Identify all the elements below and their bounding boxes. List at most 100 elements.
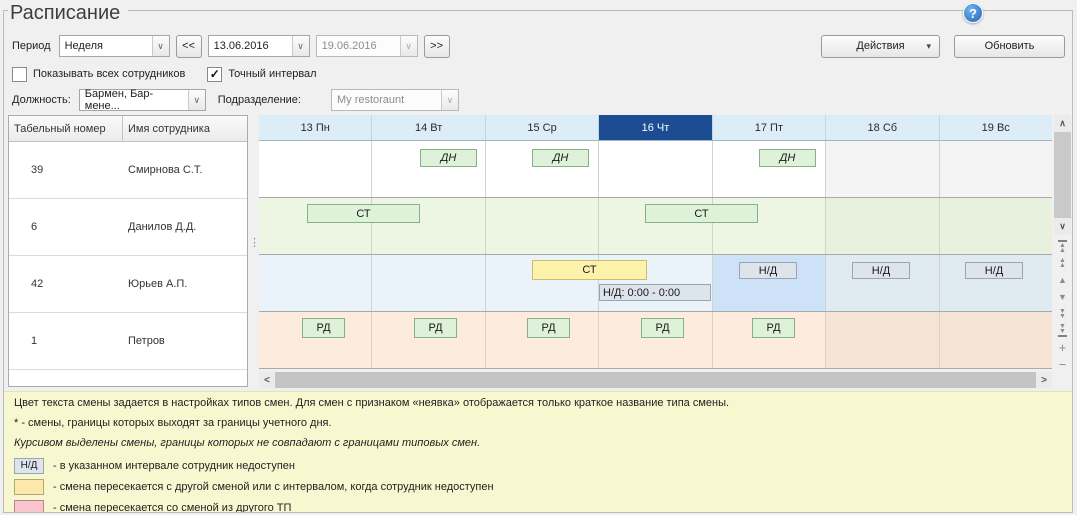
vertical-scroll-controls: ∧ ∨ ▲▲▲▲▲▼▼▼▼▼+− (1054, 115, 1071, 374)
scroll-right-icon[interactable]: > (1036, 372, 1052, 388)
splitter-handle[interactable]: ⋮ (249, 240, 257, 262)
department-select: My restoraunt ∨ (331, 89, 459, 111)
schedule-window: Расписание ? Период Неделя ∨ << 13.06.20… (0, 0, 1077, 515)
gantt-cell[interactable] (372, 255, 485, 311)
gantt-cell[interactable] (826, 141, 939, 197)
scroll-to-bottom-icon[interactable]: ▼▼ (1054, 323, 1071, 339)
scroll-down-icon[interactable]: ∨ (1054, 218, 1071, 235)
day-header-15-Ср[interactable]: 15 Ср (486, 115, 599, 140)
department-value: My restoraunt (337, 94, 404, 106)
employee-number: 39 (9, 164, 123, 176)
shift-block[interactable]: СТ (532, 260, 647, 280)
shift-block[interactable]: Н/Д: 0:00 - 0:00 (599, 284, 711, 301)
day-header-14-Вт[interactable]: 14 Вт (372, 115, 485, 140)
column-header-number[interactable]: Табельный номер (9, 116, 123, 141)
checkbox-toolbar: Показывать всех сотрудников ✓ Точный инт… (12, 65, 1065, 83)
scroll-up-icon[interactable]: ∧ (1054, 115, 1071, 132)
help-icon[interactable]: ? (963, 3, 983, 23)
chevron-down-icon[interactable]: ∨ (188, 90, 205, 110)
employee-name: Петров (123, 335, 165, 347)
gantt-cell[interactable] (940, 198, 1052, 254)
employee-table: Табельный номер Имя сотрудника 39Смирнов… (8, 115, 248, 387)
gantt-cell[interactable] (826, 312, 939, 368)
position-value: Бармен, Бар-мене... (85, 88, 188, 112)
shift-block[interactable]: РД (414, 318, 457, 338)
scroll-to-top-icon[interactable]: ▲▲ (1054, 238, 1071, 254)
page-up-icon[interactable]: ▲▲ (1054, 255, 1071, 271)
employee-table-header: Табельный номер Имя сотрудника (9, 116, 247, 142)
table-row[interactable]: 6Данилов Д.Д. (9, 199, 247, 256)
shift-block[interactable]: РД (527, 318, 570, 338)
period-select[interactable]: Неделя ∨ (59, 35, 170, 57)
shift-block[interactable]: ДН (759, 149, 816, 167)
gantt-cell[interactable] (259, 141, 372, 197)
show-all-employees-checkbox[interactable] (12, 67, 27, 82)
shift-block[interactable]: СТ (307, 204, 420, 223)
period-value: Неделя (65, 40, 103, 52)
vertical-scrollbar-thumb[interactable] (1054, 132, 1071, 218)
gantt-cell[interactable] (259, 255, 372, 311)
column-header-name[interactable]: Имя сотрудника (123, 116, 247, 141)
legend-swatch (14, 479, 44, 495)
filter-toolbar: Должность: Бармен, Бар-мене... ∨ Подразд… (12, 89, 1065, 111)
actions-button[interactable]: Действия ▾ (821, 35, 940, 58)
day-header-17-Пт[interactable]: 17 Пт (713, 115, 826, 140)
legend-swatch (14, 500, 44, 513)
row-down-icon[interactable]: ▼ (1054, 289, 1071, 305)
prev-period-button[interactable]: << (176, 35, 202, 58)
day-header-16-Чт[interactable]: 16 Чт (599, 115, 712, 140)
shift-block[interactable]: СТ (645, 204, 758, 223)
employee-name: Юрьев А.П. (123, 278, 187, 290)
period-label: Период (12, 40, 51, 52)
shift-block[interactable]: Н/Д (852, 262, 910, 279)
legend-note-1: Цвет текста смены задается в настройках … (14, 397, 1062, 410)
employee-name: Смирнова С.Т. (123, 164, 202, 176)
gantt-cell[interactable] (940, 141, 1052, 197)
date-to-value: 19.06.2016 (322, 40, 377, 52)
table-row[interactable]: 1Петров (9, 313, 247, 370)
shift-block[interactable]: ДН (532, 149, 589, 167)
date-to-select: 19.06.2016 ∨ (316, 35, 418, 57)
horizontal-scrollbar[interactable]: < > (259, 372, 1052, 388)
page-down-icon[interactable]: ▼▼ (1054, 306, 1071, 322)
zoom-in-icon[interactable]: + (1054, 340, 1071, 356)
shift-block[interactable]: ДН (420, 149, 477, 167)
shift-block[interactable]: РД (752, 318, 795, 338)
exact-interval-checkbox[interactable]: ✓ (207, 67, 222, 82)
day-header-19-Вс[interactable]: 19 Вс (940, 115, 1052, 140)
date-from-select[interactable]: 13.06.2016 ∨ (208, 35, 310, 57)
scroll-left-icon[interactable]: < (259, 372, 275, 388)
shift-block[interactable]: РД (641, 318, 684, 338)
day-header-13-Пн[interactable]: 13 Пн (259, 115, 372, 140)
page-title: Расписание (8, 2, 128, 25)
table-row[interactable]: 42Юрьев А.П. (9, 256, 247, 313)
gantt-cell[interactable] (940, 312, 1052, 368)
gantt-cell[interactable] (826, 198, 939, 254)
legend-item-text: - смена пересекается со сменой из другог… (53, 502, 291, 513)
gantt-cell[interactable] (599, 141, 712, 197)
shift-block[interactable]: Н/Д (965, 262, 1023, 279)
refresh-button[interactable]: Обновить (954, 35, 1065, 58)
shift-block[interactable]: РД (302, 318, 345, 338)
position-select[interactable]: Бармен, Бар-мене... ∨ (79, 89, 206, 111)
chevron-down-icon[interactable]: ∨ (292, 36, 309, 56)
date-from-value: 13.06.2016 (214, 40, 269, 52)
position-label: Должность: (12, 94, 71, 106)
zoom-out-icon[interactable]: − (1054, 357, 1071, 373)
gantt-cell[interactable] (486, 198, 599, 254)
gantt-row-cells (259, 255, 1052, 311)
caret-down-icon: ▾ (926, 41, 931, 52)
chevron-down-icon[interactable]: ∨ (152, 36, 169, 56)
horizontal-scrollbar-thumb[interactable] (275, 372, 1036, 388)
table-row[interactable]: 39Смирнова С.Т. (9, 142, 247, 199)
chevron-down-icon: ∨ (400, 36, 417, 56)
day-header-18-Сб[interactable]: 18 Сб (826, 115, 939, 140)
legend-panel: Цвет текста смены задается в настройках … (4, 391, 1072, 512)
next-period-button[interactable]: >> (424, 35, 450, 58)
employee-number: 42 (9, 278, 123, 290)
legend-item: Н/Д- в указанном интервале сотрудник нед… (14, 457, 1062, 474)
shift-block[interactable]: Н/Д (739, 262, 797, 279)
day-header-row: 13 Пн14 Вт15 Ср16 Чт17 Пт18 Сб19 Вс (259, 115, 1052, 141)
gantt-zoom-controls: ▲▲▲▲▲▼▼▼▼▼+− (1054, 238, 1071, 373)
row-up-icon[interactable]: ▲ (1054, 272, 1071, 288)
